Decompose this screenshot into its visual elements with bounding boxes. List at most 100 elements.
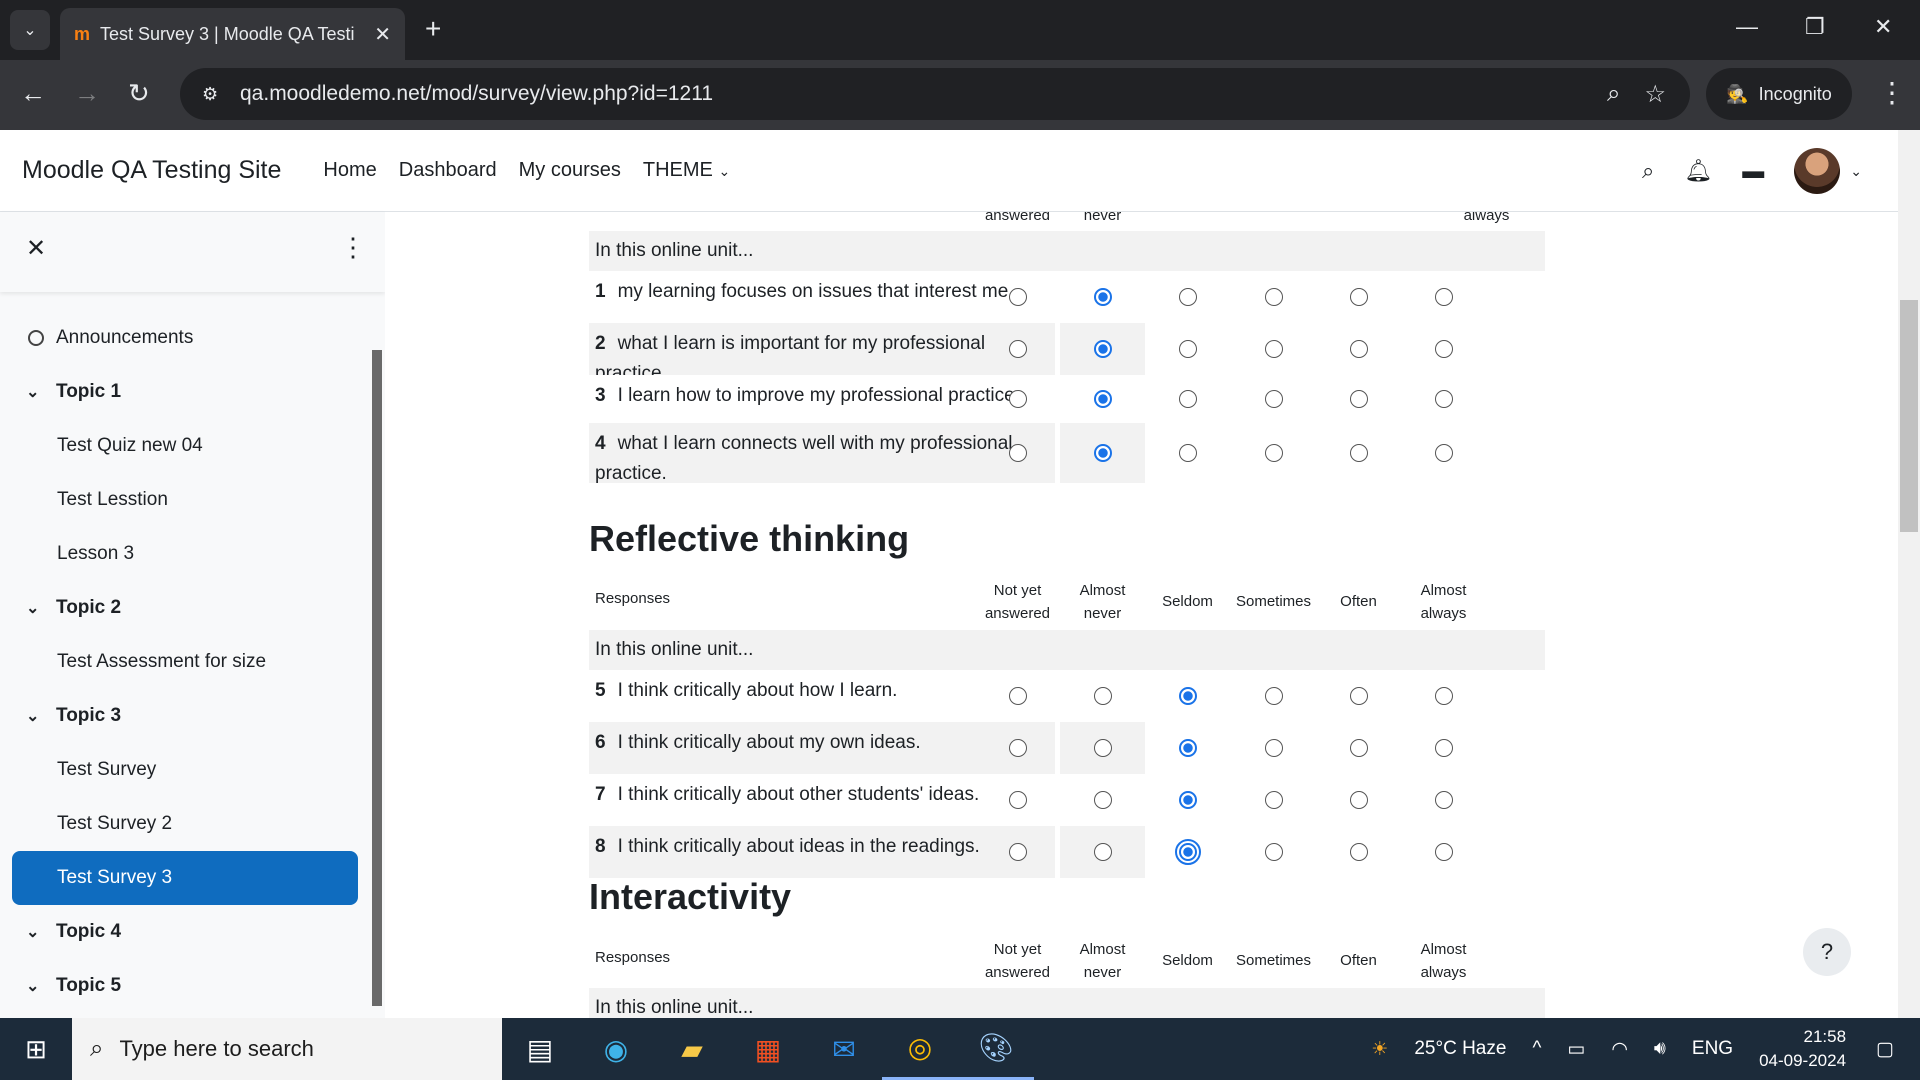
paint-icon[interactable]: 🎨︎ <box>958 1018 1034 1080</box>
kebab-menu-icon[interactable]: ⋮ <box>340 232 366 263</box>
response-radio[interactable] <box>1349 739 1368 757</box>
chevron-down-icon[interactable]: ⌄ <box>26 976 56 996</box>
response-radio[interactable] <box>1178 444 1197 462</box>
response-radio[interactable] <box>1349 288 1368 306</box>
restore-icon[interactable]: ❐ <box>1805 14 1825 40</box>
drawer-item-announcements[interactable]: Announcements <box>12 311 358 365</box>
back-arrow-icon[interactable]: ← <box>20 78 46 109</box>
drawer-section-topic-1[interactable]: ⌄ Topic 1 <box>12 365 358 419</box>
drawer-section-topic-5[interactable]: ⌄ Topic 5 <box>12 959 358 1013</box>
response-radio[interactable] <box>1093 340 1112 358</box>
language-indicator[interactable]: ENG <box>1692 1038 1733 1060</box>
nav-my-courses[interactable]: My courses <box>519 159 621 182</box>
help-button[interactable]: ? <box>1803 928 1851 976</box>
tab-close-icon[interactable]: ✕ <box>374 22 391 47</box>
response-radio[interactable] <box>1264 843 1283 861</box>
drawer-section-topic-2[interactable]: ⌄ Topic 2 <box>12 581 358 635</box>
reload-icon[interactable]: ↻ <box>128 78 150 109</box>
response-radio[interactable] <box>1264 390 1283 408</box>
nav-theme[interactable]: THEME ⌄ <box>643 159 730 182</box>
response-radio[interactable] <box>1178 390 1197 408</box>
mail-icon[interactable]: ✉ <box>806 1018 882 1080</box>
drawer-item-test-survey-3[interactable]: Test Survey 3 <box>12 851 358 905</box>
tray-chevron-icon[interactable]: ^ <box>1532 1038 1541 1060</box>
response-radio[interactable] <box>1264 444 1283 462</box>
response-radio[interactable] <box>1264 288 1283 306</box>
store-icon[interactable]: ▦ <box>730 1018 806 1080</box>
drawer-section-topic-3[interactable]: ⌄ Topic 3 <box>12 689 358 743</box>
site-name[interactable]: Moodle QA Testing Site <box>22 156 281 185</box>
response-radio[interactable] <box>1008 739 1027 757</box>
drawer-item-test-lesstion[interactable]: Test Lesstion <box>12 473 358 527</box>
wifi-icon[interactable]: ◠ <box>1611 1038 1628 1061</box>
address-bar[interactable]: ⚙ qa.moodledemo.net/mod/survey/view.php?… <box>180 68 1690 120</box>
response-radio[interactable] <box>1349 687 1368 705</box>
response-radio[interactable] <box>1174 839 1201 865</box>
user-avatar[interactable] <box>1794 148 1841 194</box>
file-explorer-icon[interactable]: ▰ <box>654 1018 730 1080</box>
response-radio[interactable] <box>1434 340 1453 358</box>
notifications-icon[interactable]: ▢ <box>1876 1038 1894 1061</box>
response-radio[interactable] <box>1434 687 1453 705</box>
response-radio[interactable] <box>1178 739 1197 757</box>
chevron-down-icon[interactable]: ⌄ <box>26 382 56 402</box>
site-info-icon[interactable]: ⚙ <box>202 84 232 105</box>
response-radio[interactable] <box>1008 791 1027 809</box>
response-radio[interactable] <box>1178 791 1197 809</box>
browser-menu-icon[interactable]: ⋮ <box>1878 76 1906 109</box>
minimize-icon[interactable]: — <box>1736 14 1758 40</box>
response-radio[interactable] <box>1349 843 1368 861</box>
notification-bell-icon[interactable]: 🔔︎ <box>1684 158 1712 184</box>
response-radio[interactable] <box>1349 444 1368 462</box>
response-radio[interactable] <box>1008 288 1027 306</box>
response-radio[interactable] <box>1093 843 1112 861</box>
battery-icon[interactable]: ▭ <box>1567 1038 1585 1061</box>
chevron-down-icon[interactable]: ⌄ <box>26 706 56 726</box>
response-radio[interactable] <box>1093 288 1112 306</box>
page-scrollbar-track[interactable] <box>1898 130 1920 1018</box>
drawer-item-test-survey-2[interactable]: Test Survey 2 <box>12 797 358 851</box>
response-radio[interactable] <box>1093 390 1112 408</box>
response-radio[interactable] <box>1008 444 1027 462</box>
drawer-scrollbar[interactable] <box>372 350 382 1006</box>
page-scrollbar-thumb[interactable] <box>1900 300 1918 532</box>
weather-icon[interactable]: ☀ <box>1371 1038 1388 1061</box>
response-radio[interactable] <box>1434 390 1453 408</box>
drawer-item-test-quiz[interactable]: Test Quiz new 04 <box>12 419 358 473</box>
volume-icon[interactable]: 🔊︎ <box>1654 1038 1666 1060</box>
response-radio[interactable] <box>1178 288 1197 306</box>
response-radio[interactable] <box>1434 444 1453 462</box>
response-radio[interactable] <box>1008 687 1027 705</box>
response-radio[interactable] <box>1093 444 1112 462</box>
bookmark-star-icon[interactable]: ☆ <box>1644 80 1666 109</box>
chevron-down-icon[interactable]: ⌄ <box>26 598 56 618</box>
url-text[interactable]: qa.moodledemo.net/mod/survey/view.php?id… <box>240 82 1607 106</box>
tab-search-chevron-icon[interactable]: ⌄ <box>10 10 50 50</box>
response-radio[interactable] <box>1178 687 1197 705</box>
response-radio[interactable] <box>1434 288 1453 306</box>
response-radio[interactable] <box>1264 340 1283 358</box>
zoom-icon[interactable]: ⌕ <box>1607 80 1620 108</box>
browser-tab[interactable]: m Test Survey 3 | Moodle QA Testi ✕ <box>60 8 405 60</box>
response-radio[interactable] <box>1264 739 1283 757</box>
response-radio[interactable] <box>1434 791 1453 809</box>
windows-start-icon[interactable]: ⊞ <box>0 1034 72 1065</box>
close-drawer-icon[interactable]: ✕ <box>26 234 46 263</box>
response-radio[interactable] <box>1008 390 1027 408</box>
incognito-indicator[interactable]: 🕵 Incognito <box>1706 68 1852 120</box>
response-radio[interactable] <box>1093 687 1112 705</box>
response-radio[interactable] <box>1349 390 1368 408</box>
drawer-item-test-assessment[interactable]: Test Assessment for size <box>12 635 358 689</box>
chrome-icon[interactable]: ◎ <box>882 1018 958 1080</box>
response-radio[interactable] <box>1264 791 1283 809</box>
window-close-icon[interactable]: ✕ <box>1874 14 1892 40</box>
response-radio[interactable] <box>1008 843 1027 861</box>
drawer-section-topic-4[interactable]: ⌄ Topic 4 <box>12 905 358 959</box>
response-radio[interactable] <box>1434 739 1453 757</box>
messages-icon[interactable]: ▬ <box>1742 158 1764 184</box>
taskbar-search[interactable]: ⌕ Type here to search <box>72 1018 502 1080</box>
response-radio[interactable] <box>1008 340 1027 358</box>
weather-text[interactable]: 25°C Haze <box>1414 1038 1506 1060</box>
clock[interactable]: 21:58 04-09-2024 <box>1759 1025 1846 1073</box>
response-radio[interactable] <box>1093 739 1112 757</box>
